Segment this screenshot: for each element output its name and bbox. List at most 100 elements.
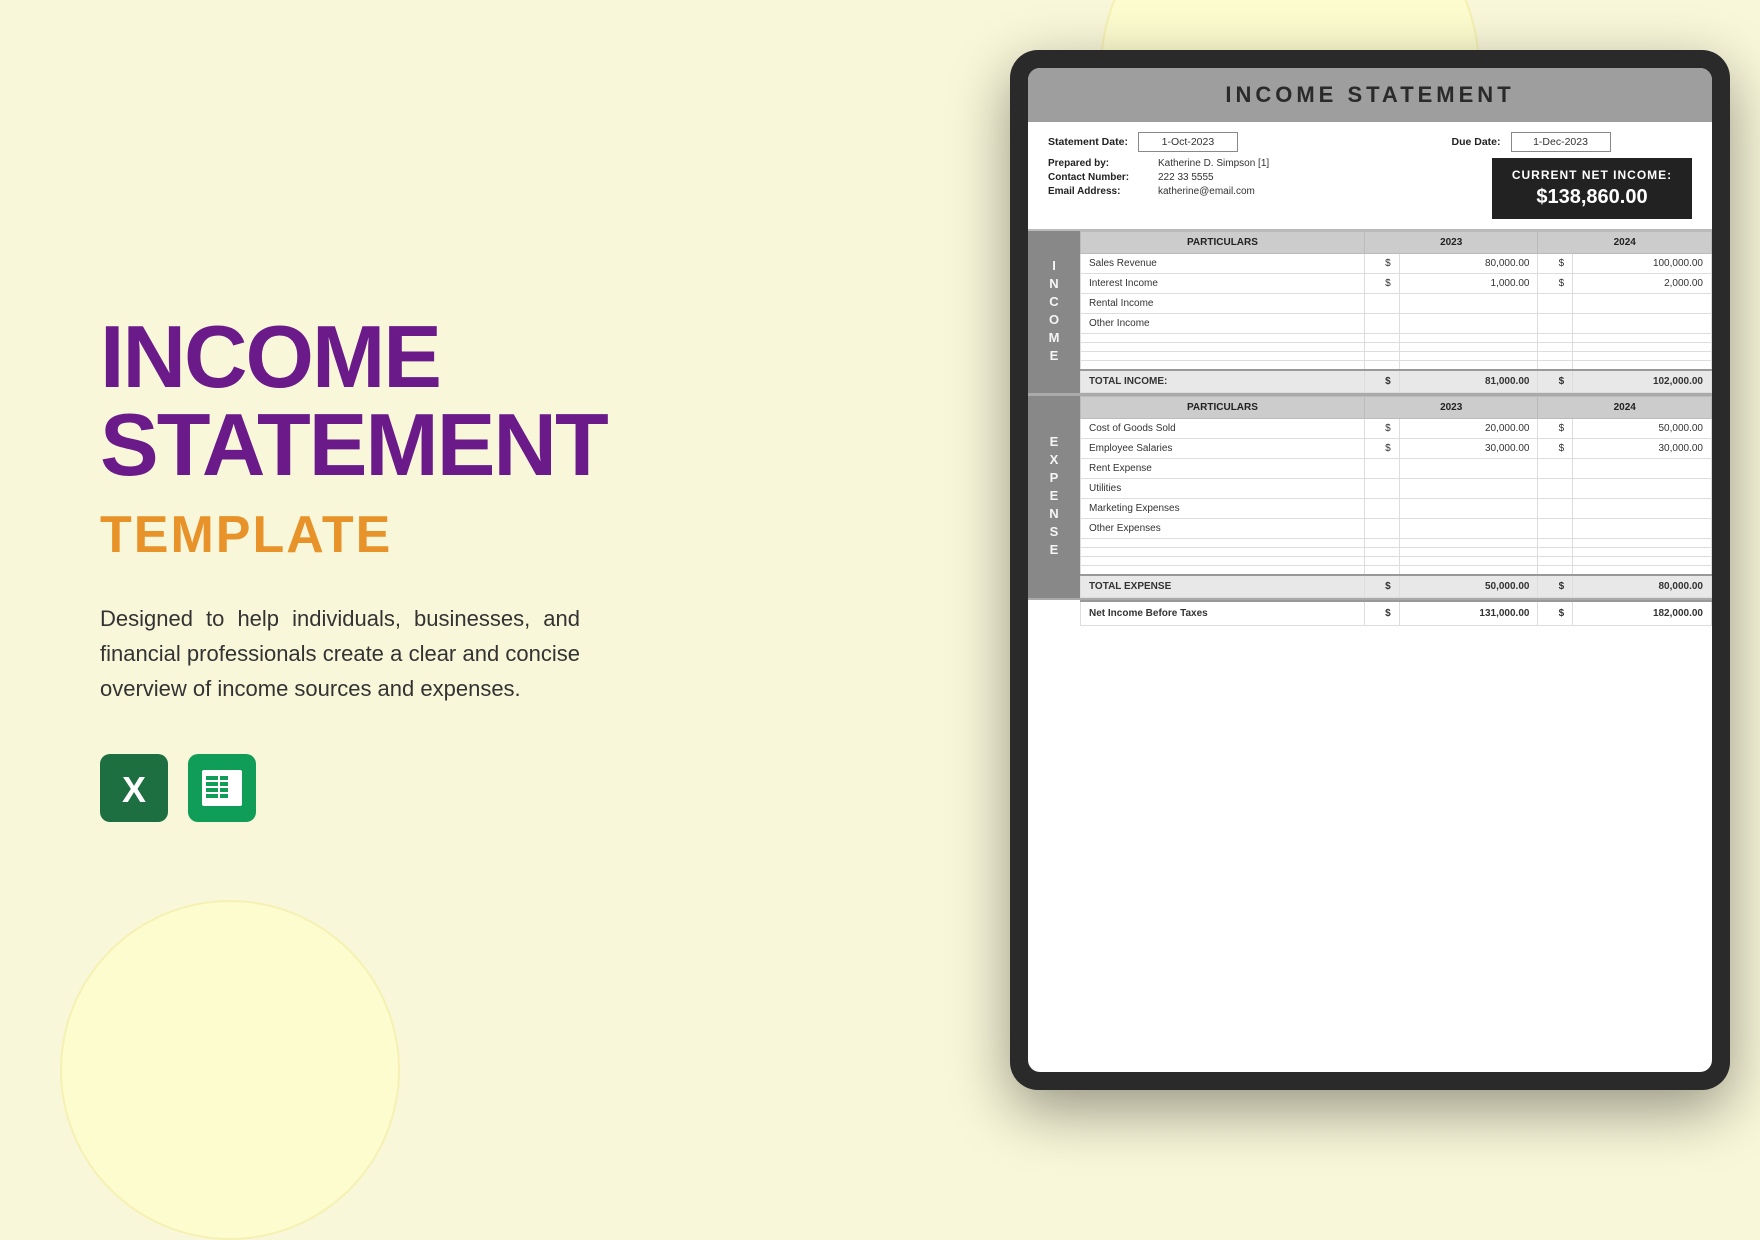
income-row-amt2024 — [1573, 352, 1712, 361]
expense-row-amt2024 — [1573, 519, 1712, 539]
expense-table-row: Other Expenses — [1081, 519, 1712, 539]
due-date-section: Due Date: 1-Dec-2023 — [1370, 132, 1692, 152]
income-row-amt2024 — [1573, 294, 1712, 314]
income-row-amt2023: 1,000.00 — [1399, 274, 1538, 294]
net-income-cur2024: $ — [1538, 601, 1573, 626]
svg-text:X: X — [122, 769, 146, 810]
expense-row-amt2024: 50,000.00 — [1573, 419, 1712, 439]
expense-row-particulars: Cost of Goods Sold — [1081, 419, 1365, 439]
title-income: INCOME — [100, 313, 600, 401]
prepared-section: Prepared by: Katherine D. Simpson [1] Co… — [1048, 158, 1476, 219]
expense-total-row: TOTAL EXPENSE $ 50,000.00 $ 80,000.00 — [1081, 575, 1712, 598]
income-row-cur2023 — [1364, 352, 1399, 361]
expense-row-amt2024: 30,000.00 — [1573, 439, 1712, 459]
tablet-screen: INCOME STATEMENT Statement Date: 1-Oct-2… — [1028, 68, 1712, 1072]
expense-table-row: Cost of Goods Sold $ 20,000.00 $ 50,000.… — [1081, 419, 1712, 439]
expense-row-amt2024 — [1573, 499, 1712, 519]
expense-table-row — [1081, 548, 1712, 557]
income-total-row: TOTAL INCOME: $ 81,000.00 $ 102,000.00 — [1081, 370, 1712, 393]
expense-row-cur2023 — [1364, 566, 1399, 576]
statement-date-label: Statement Date: — [1048, 136, 1128, 148]
expense-row-cur2023 — [1364, 479, 1399, 499]
income-row-amt2024 — [1573, 334, 1712, 343]
expense-total-amt2023: 50,000.00 — [1399, 575, 1538, 598]
expense-row-cur2023 — [1364, 459, 1399, 479]
subtitle-template: TEMPLATE — [100, 505, 600, 565]
expense-table-row: Utilities — [1081, 479, 1712, 499]
current-net-label: CURRENT NET INCOME: — [1512, 168, 1672, 182]
expense-row-cur2024 — [1538, 539, 1573, 548]
expense-row-amt2024 — [1573, 459, 1712, 479]
expense-row-particulars: Rent Expense — [1081, 459, 1365, 479]
expense-row-cur2024 — [1538, 519, 1573, 539]
expense-row-cur2024: $ — [1538, 439, 1573, 459]
expense-row-particulars — [1081, 548, 1365, 557]
expense-table: PARTICULARS 2023 2024 Cost of Goods Sold… — [1080, 396, 1712, 598]
current-net-value: $138,860.00 — [1536, 186, 1647, 209]
expense-table-row — [1081, 539, 1712, 548]
expense-row-cur2024 — [1538, 499, 1573, 519]
tablet-wrapper: INCOME STATEMENT Statement Date: 1-Oct-2… — [1010, 50, 1730, 1090]
statement-date-value: 1-Oct-2023 — [1138, 132, 1238, 152]
dates-row: Statement Date: 1-Oct-2023 Due Date: 1-D… — [1028, 122, 1712, 158]
document: INCOME STATEMENT Statement Date: 1-Oct-2… — [1028, 68, 1712, 1072]
income-row-amt2023 — [1399, 334, 1538, 343]
expense-total-cur2024: $ — [1538, 575, 1573, 598]
expense-row-cur2023: $ — [1364, 439, 1399, 459]
expense-row-cur2024 — [1538, 566, 1573, 576]
expense-row-amt2024 — [1573, 548, 1712, 557]
expense-row-particulars: Other Expenses — [1081, 519, 1365, 539]
expense-table-row — [1081, 566, 1712, 576]
net-income-amt2023: 131,000.00 — [1399, 601, 1538, 626]
income-row-particulars — [1081, 343, 1365, 352]
net-income-amt2024: 182,000.00 — [1573, 601, 1712, 626]
expense-row-particulars: Marketing Expenses — [1081, 499, 1365, 519]
title-statement: STATEMENT — [100, 401, 600, 489]
app-icons-row: X — [100, 754, 600, 827]
income-row-cur2024 — [1538, 314, 1573, 334]
income-table: PARTICULARS 2023 2024 Sales Revenue $ 80… — [1080, 231, 1712, 393]
contact-value: 222 33 5555 — [1158, 172, 1214, 183]
tablet-frame: INCOME STATEMENT Statement Date: 1-Oct-2… — [1010, 50, 1730, 1090]
income-row-amt2023 — [1399, 352, 1538, 361]
income-row-amt2024: 2,000.00 — [1573, 274, 1712, 294]
income-table-row: Sales Revenue $ 80,000.00 $ 100,000.00 — [1081, 254, 1712, 274]
income-row-amt2023 — [1399, 294, 1538, 314]
income-table-row: Interest Income $ 1,000.00 $ 2,000.00 — [1081, 274, 1712, 294]
income-row-cur2023 — [1364, 343, 1399, 352]
expense-row-cur2023 — [1364, 548, 1399, 557]
prepared-by-value: Katherine D. Simpson [1] — [1158, 158, 1269, 169]
expense-row-cur2023 — [1364, 519, 1399, 539]
net-income-row: Net Income Before Taxes $ 131,000.00 $ 1… — [1081, 601, 1712, 626]
income-row-cur2023 — [1364, 294, 1399, 314]
income-section-label: INCOME — [1047, 258, 1062, 366]
income-row-amt2024 — [1573, 314, 1712, 334]
net-income-table: Net Income Before Taxes $ 131,000.00 $ 1… — [1080, 600, 1712, 626]
expense-row-cur2024 — [1538, 548, 1573, 557]
expense-row-cur2024 — [1538, 459, 1573, 479]
income-table-row — [1081, 361, 1712, 371]
expense-row-amt2023 — [1399, 499, 1538, 519]
expense-row-particulars: Utilities — [1081, 479, 1365, 499]
expense-table-row: Marketing Expenses — [1081, 499, 1712, 519]
expense-table-row: Employee Salaries $ 30,000.00 $ 30,000.0… — [1081, 439, 1712, 459]
expense-row-cur2023 — [1364, 539, 1399, 548]
expense-label-col: EXPENSE — [1028, 396, 1080, 598]
expense-col-2024: 2024 — [1538, 397, 1712, 419]
income-row-particulars — [1081, 334, 1365, 343]
income-total-amt2024: 102,000.00 — [1573, 370, 1712, 393]
net-income-cur2023: $ — [1364, 601, 1399, 626]
income-row-particulars — [1081, 352, 1365, 361]
expense-table-container: PARTICULARS 2023 2024 Cost of Goods Sold… — [1080, 396, 1712, 598]
expense-row-particulars — [1081, 539, 1365, 548]
expense-row-cur2023: $ — [1364, 419, 1399, 439]
expense-row-particulars: Employee Salaries — [1081, 439, 1365, 459]
income-row-amt2024 — [1573, 361, 1712, 371]
excel-icon: X — [100, 754, 168, 827]
expense-total-amt2024: 80,000.00 — [1573, 575, 1712, 598]
income-total-cur2024: $ — [1538, 370, 1573, 393]
income-total-amt2023: 81,000.00 — [1399, 370, 1538, 393]
income-row-cur2024 — [1538, 352, 1573, 361]
expense-row-amt2023 — [1399, 557, 1538, 566]
expense-row-cur2024: $ — [1538, 419, 1573, 439]
